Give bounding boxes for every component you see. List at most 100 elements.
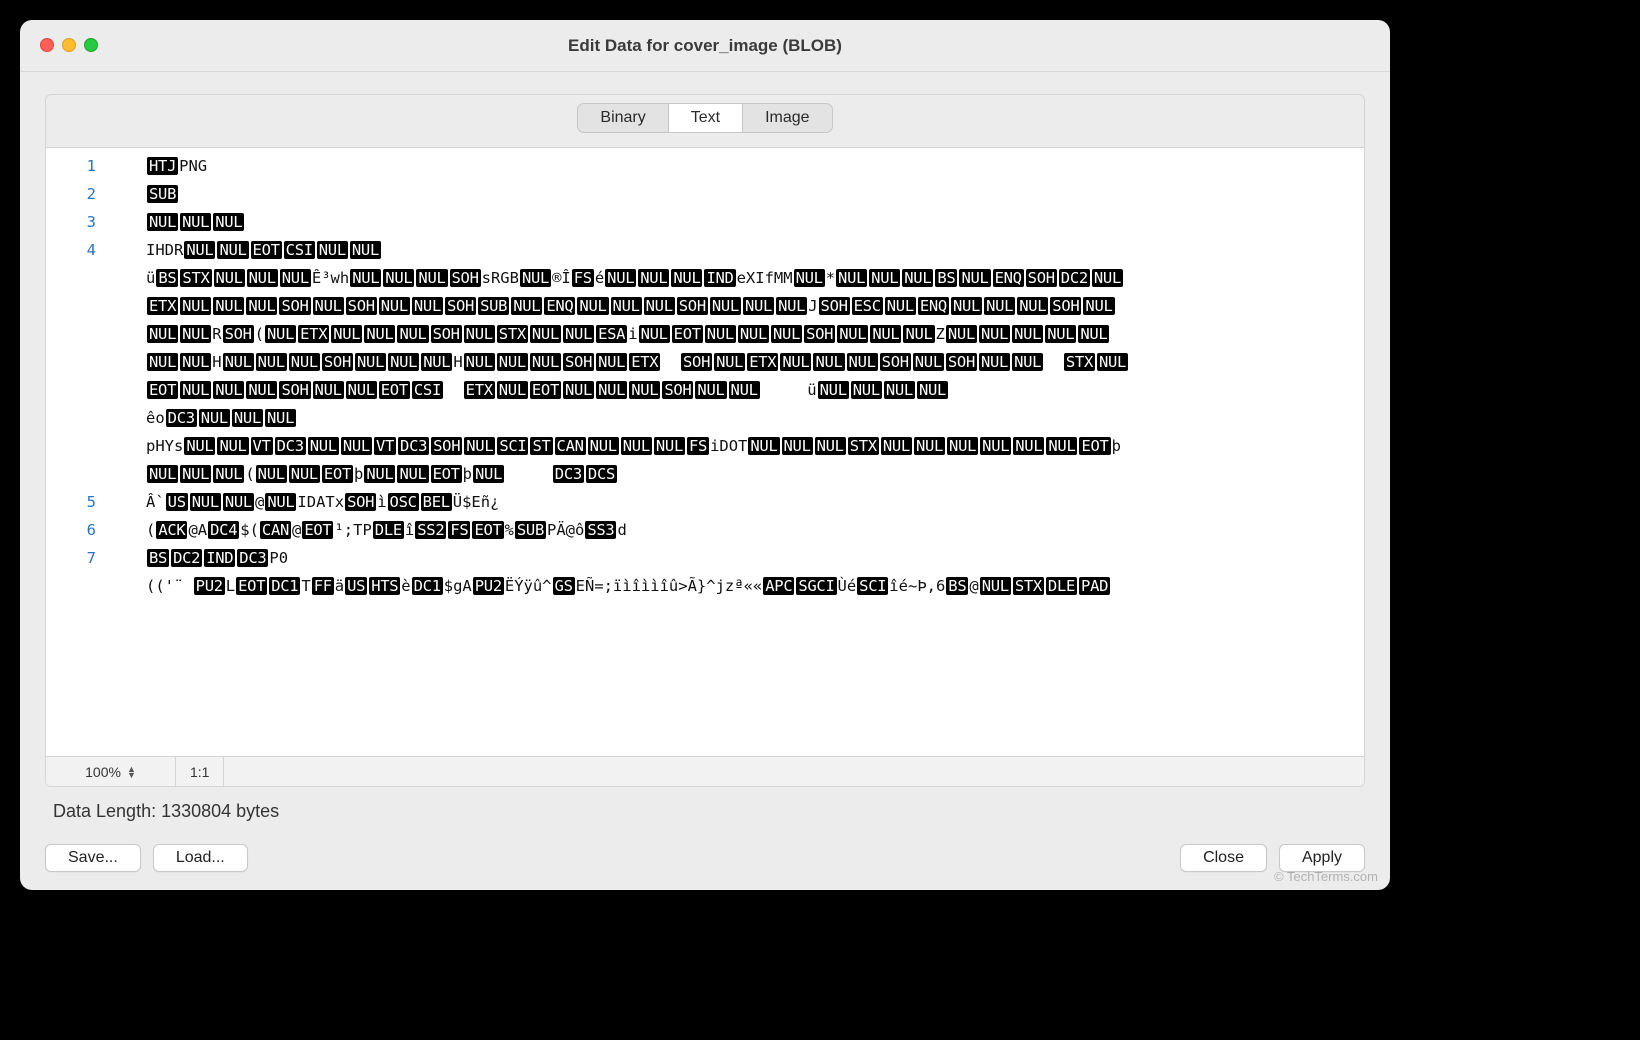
control-char: NUL	[247, 269, 278, 287]
control-char: NUL	[671, 269, 702, 287]
control-char: SUB	[515, 521, 546, 539]
control-char: NUL	[147, 353, 178, 371]
line-content: (ACK@ADC4$(CAN@EOT¹;TPDLEîSS2FSEOT%SUBPÄ…	[146, 516, 1364, 544]
control-char: NUL	[851, 381, 882, 399]
control-char: EOT	[530, 381, 561, 399]
code-line: 7BSDC2INDDC3P0	[46, 544, 1364, 572]
control-char: NUL	[331, 325, 362, 343]
control-char: NUL	[771, 325, 802, 343]
control-char: DC2	[171, 549, 202, 567]
control-char: NUL	[818, 381, 849, 399]
tab-text[interactable]: Text	[668, 104, 742, 132]
control-char: SOH	[946, 353, 977, 371]
control-char: NUL	[412, 297, 443, 315]
line-number	[46, 460, 146, 488]
control-char: US	[345, 577, 367, 595]
main-area: Binary Text Image 1HTJPNG2SUB3NULNULNUL4…	[20, 72, 1390, 836]
control-char: SOH	[1026, 269, 1057, 287]
titlebar: Edit Data for cover_image (BLOB)	[20, 20, 1390, 72]
code-line: (('¨ PU2LEOTDC1TFFäUSHTSèDC1$gAPU2ËÝÿû^G…	[46, 572, 1364, 600]
code-line: 4IHDRNULNULEOTCSINULNUL	[46, 236, 1364, 264]
control-char: NUL	[350, 241, 381, 259]
save-button[interactable]: Save...	[45, 844, 141, 872]
control-char: STX	[848, 437, 879, 455]
control-char: IND	[204, 549, 235, 567]
control-char: NUL	[289, 353, 320, 371]
control-char: NUL	[355, 353, 386, 371]
control-char: EOT	[251, 241, 282, 259]
control-char: DC3	[398, 437, 429, 455]
editor-frame: Binary Text Image 1HTJPNG2SUB3NULNULNUL4…	[45, 94, 1365, 787]
control-char: NUL	[416, 269, 447, 287]
control-char: NUL	[881, 437, 912, 455]
code-line: 2SUB	[46, 180, 1364, 208]
control-char: NUL	[265, 493, 296, 511]
control-char: NUL	[884, 381, 915, 399]
control-char: NUL	[397, 465, 428, 483]
control-char: NUL	[782, 437, 813, 455]
control-char: NUL	[780, 353, 811, 371]
code-line: NULNULNUL(NULNULEOTþNULNULEOTþNUL DC3DCS	[46, 460, 1364, 488]
control-char: NUL	[473, 465, 504, 483]
control-char: NUL	[180, 381, 211, 399]
control-char: NUL	[246, 381, 277, 399]
control-char: NUL	[232, 409, 263, 427]
control-char: SOH	[346, 297, 377, 315]
zoom-window-button[interactable]	[84, 38, 98, 52]
control-char: ESA	[596, 325, 627, 343]
line-number	[46, 432, 146, 460]
line-content: êoDC3NULNULNUL	[146, 404, 1364, 432]
line-content: NULNULNUL	[146, 208, 1364, 236]
line-number: 5	[46, 488, 146, 516]
control-char: NUL	[776, 297, 807, 315]
control-char: NUL	[364, 325, 395, 343]
control-char: NUL	[947, 437, 978, 455]
control-char: NUL	[350, 269, 381, 287]
control-char: SS3	[585, 521, 616, 539]
control-char: EOT	[1079, 437, 1110, 455]
control-char: SUB	[478, 297, 509, 315]
tab-image[interactable]: Image	[742, 104, 831, 132]
line-number	[46, 376, 146, 404]
load-button[interactable]: Load...	[153, 844, 248, 872]
minimize-window-button[interactable]	[62, 38, 76, 52]
line-number: 7	[46, 544, 146, 572]
control-char: NUL	[902, 269, 933, 287]
control-char: NUL	[180, 325, 211, 343]
control-char: FF	[312, 577, 334, 595]
control-char: EOT	[379, 381, 410, 399]
control-char: NUL	[1017, 297, 1048, 315]
control-char: EOT	[431, 465, 462, 483]
apply-button[interactable]: Apply	[1279, 844, 1365, 872]
control-char: NUL	[223, 493, 254, 511]
control-char: NUL	[180, 213, 211, 231]
control-char: NUL	[520, 269, 551, 287]
control-char: NUL	[464, 353, 495, 371]
control-char: NUL	[180, 297, 211, 315]
control-char: NUL	[729, 381, 760, 399]
cursor-position: 1:1	[176, 757, 224, 786]
control-char: DC1	[412, 577, 443, 595]
segmented-control: Binary Text Image	[577, 103, 832, 133]
code-line: 5Â`USNULNUL@NULIDATxSOHìOSCBELÜ$Eñ¿	[46, 488, 1364, 516]
control-char: NUL	[596, 353, 627, 371]
code-line: EOTNULNULNULSOHNULNULEOTCSI ETXNULEOTNUL…	[46, 376, 1364, 404]
mode-tabbar: Binary Text Image	[46, 95, 1364, 147]
text-editor[interactable]: 1HTJPNG2SUB3NULNULNUL4IHDRNULNULEOTCSINU…	[46, 148, 1364, 756]
code-line: êoDC3NULNULNUL	[46, 404, 1364, 432]
control-char: DC3	[275, 437, 306, 455]
control-char: NUL	[959, 269, 990, 287]
control-char: NUL	[979, 325, 1010, 343]
control-char: EOT	[147, 381, 178, 399]
close-button[interactable]: Close	[1180, 844, 1267, 872]
zoom-level[interactable]: 100% ▲▼	[46, 757, 176, 786]
tab-binary[interactable]: Binary	[578, 104, 667, 132]
zoom-stepper-icon[interactable]: ▲▼	[127, 766, 136, 778]
control-char: SOH	[563, 353, 594, 371]
control-char: NUL	[837, 325, 868, 343]
close-window-button[interactable]	[40, 38, 54, 52]
control-char: NUL	[530, 325, 561, 343]
control-char: SS2	[415, 521, 446, 539]
control-char: GS	[553, 577, 575, 595]
control-char: SOH	[662, 381, 693, 399]
